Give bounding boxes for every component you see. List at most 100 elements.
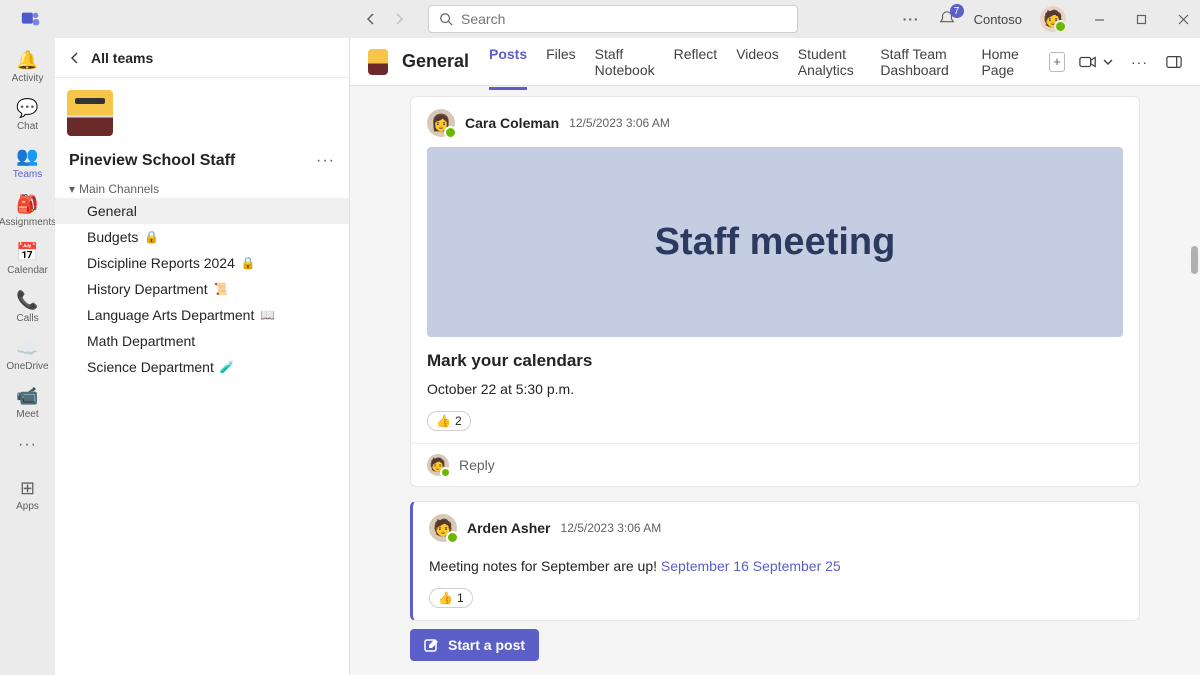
- channel-more-icon[interactable]: ···: [1131, 54, 1148, 70]
- author-avatar[interactable]: 🧑: [429, 514, 457, 542]
- add-tab-button[interactable]: +: [1049, 52, 1065, 72]
- channel-science[interactable]: Science Department🧪: [55, 354, 349, 380]
- all-teams-label: All teams: [91, 50, 153, 66]
- settings-more-icon[interactable]: ···: [903, 11, 920, 27]
- maximize-button[interactable]: [1132, 10, 1150, 28]
- post-link[interactable]: September 16: [661, 558, 749, 574]
- tab-student-analytics[interactable]: Student Analytics: [798, 34, 862, 90]
- search-input[interactable]: [461, 11, 787, 27]
- start-post-button[interactable]: Start a post: [410, 629, 539, 661]
- teams-logo: [20, 8, 42, 30]
- rail-activity[interactable]: 🔔Activity: [0, 44, 55, 90]
- channel-list: General Budgets🔒 Discipline Reports 2024…: [55, 198, 349, 380]
- tab-home-page[interactable]: Home Page: [981, 34, 1025, 90]
- rail-onedrive[interactable]: ☁️OneDrive: [0, 332, 55, 378]
- rail-assignments[interactable]: 🎒 Assignments: [0, 188, 55, 234]
- scroll-icon: 📜: [214, 282, 229, 296]
- reaction-like[interactable]: 👍 2: [427, 411, 471, 431]
- channel-discipline[interactable]: Discipline Reports 2024🔒: [55, 250, 349, 276]
- post-card: 👩 Cara Coleman 12/5/2023 3:06 AM Staff m…: [410, 96, 1140, 487]
- rail-chat[interactable]: 💬Chat: [0, 92, 55, 138]
- rail-label: Activity: [12, 73, 44, 84]
- titlebar-right: ··· 7 Contoso 🧑: [903, 6, 1192, 32]
- meet-button[interactable]: [1079, 55, 1113, 69]
- rail-apps[interactable]: ⊞Apps: [0, 472, 55, 518]
- post-author: Cara Coleman: [465, 115, 559, 131]
- app-rail: 🔔Activity 💬Chat 👥Teams 🎒 Assignments 📅Cal…: [0, 38, 55, 675]
- open-pane-button[interactable]: [1166, 55, 1182, 69]
- channel-name: General: [402, 51, 469, 72]
- reaction-like[interactable]: 👍 1: [429, 588, 473, 608]
- tab-files[interactable]: Files: [546, 34, 576, 90]
- channel-math[interactable]: Math Department: [55, 328, 349, 354]
- cloud-icon: ☁️: [16, 338, 38, 359]
- post-header: 🧑 Arden Asher 12/5/2023 3:06 AM: [413, 502, 1139, 552]
- profile-avatar[interactable]: 🧑: [1040, 6, 1066, 32]
- header-actions: ···: [1079, 54, 1182, 70]
- channel-section-header[interactable]: ▾ Main Channels: [55, 174, 349, 198]
- reply-button[interactable]: 🧑 Reply: [411, 443, 1139, 486]
- post-body: Meeting notes for September are up! Sept…: [413, 552, 1139, 588]
- lock-icon: 🔒: [241, 256, 256, 270]
- thumbs-up-icon: 👍: [438, 591, 453, 605]
- post-reactions: 👍 1: [413, 588, 1139, 620]
- content-area: General Posts Files Staff Notebook Refle…: [350, 38, 1200, 675]
- tab-reflect[interactable]: Reflect: [674, 34, 718, 90]
- team-more-icon[interactable]: ···: [316, 152, 335, 170]
- apps-icon: ⊞: [20, 478, 35, 499]
- notification-badge: 7: [950, 4, 964, 18]
- close-button[interactable]: [1174, 10, 1192, 28]
- minimize-button[interactable]: [1090, 10, 1108, 28]
- rail-calendar[interactable]: 📅Calendar: [0, 236, 55, 282]
- all-teams-button[interactable]: All teams: [55, 38, 349, 78]
- profile-label: Contoso: [974, 12, 1022, 27]
- post-timestamp: 12/5/2023 3:06 AM: [561, 521, 662, 535]
- title-bar: ··· 7 Contoso 🧑: [0, 0, 1200, 38]
- rail-label: Calls: [16, 313, 38, 324]
- tab-posts[interactable]: Posts: [489, 34, 527, 90]
- reaction-count: 2: [455, 414, 462, 428]
- assignments-icon: 🎒: [16, 194, 38, 215]
- compose-icon: [424, 637, 440, 653]
- rail-meet[interactable]: 📹 Meet: [0, 380, 55, 426]
- tab-staff-notebook[interactable]: Staff Notebook: [595, 34, 655, 90]
- back-button[interactable]: [362, 10, 380, 28]
- thumbs-up-icon: 👍: [436, 414, 451, 428]
- channel-budgets[interactable]: Budgets🔒: [55, 224, 349, 250]
- nav-arrows: [362, 10, 408, 28]
- caret-down-icon: ▾: [69, 182, 75, 196]
- rail-label: Chat: [17, 121, 38, 132]
- post-reactions: 👍 2: [411, 411, 1139, 443]
- post-title: Mark your calendars: [411, 337, 1139, 375]
- rail-label: Assignments: [0, 217, 56, 228]
- rail-label: Meet: [16, 409, 38, 420]
- reply-avatar: 🧑: [427, 454, 449, 476]
- rail-teams[interactable]: 👥Teams: [0, 140, 55, 186]
- search-icon: [439, 12, 453, 26]
- phone-icon: 📞: [16, 290, 38, 311]
- posts-feed[interactable]: 👩 Cara Coleman 12/5/2023 3:06 AM Staff m…: [350, 86, 1200, 675]
- team-avatar[interactable]: [67, 90, 113, 136]
- channel-history[interactable]: History Department📜: [55, 276, 349, 302]
- search-box[interactable]: [428, 5, 798, 33]
- post-body: October 22 at 5:30 p.m.: [411, 375, 1139, 411]
- forward-button[interactable]: [390, 10, 408, 28]
- post-text: Meeting notes for September are up!: [429, 558, 661, 574]
- chevron-left-icon: [69, 52, 81, 64]
- author-avatar[interactable]: 👩: [427, 109, 455, 137]
- rail-label: Calendar: [7, 265, 48, 276]
- tab-staff-dashboard[interactable]: Staff Team Dashboard: [880, 34, 962, 90]
- lock-icon: 🔒: [144, 230, 159, 244]
- tab-videos[interactable]: Videos: [736, 34, 779, 90]
- rail-more-icon[interactable]: ···: [18, 436, 37, 454]
- team-title-row: Pineview School Staff ···: [55, 142, 349, 174]
- channel-general[interactable]: General: [55, 198, 349, 224]
- channel-language-arts[interactable]: Language Arts Department📖: [55, 302, 349, 328]
- notifications-button[interactable]: 7: [938, 10, 956, 28]
- post-timestamp: 12/5/2023 3:06 AM: [569, 116, 670, 130]
- scrollbar-thumb[interactable]: [1191, 246, 1198, 274]
- section-label: Main Channels: [79, 182, 159, 196]
- post-link[interactable]: September 25: [753, 558, 841, 574]
- rail-calls[interactable]: 📞 Calls: [0, 284, 55, 330]
- video-icon: 📹: [16, 386, 38, 407]
